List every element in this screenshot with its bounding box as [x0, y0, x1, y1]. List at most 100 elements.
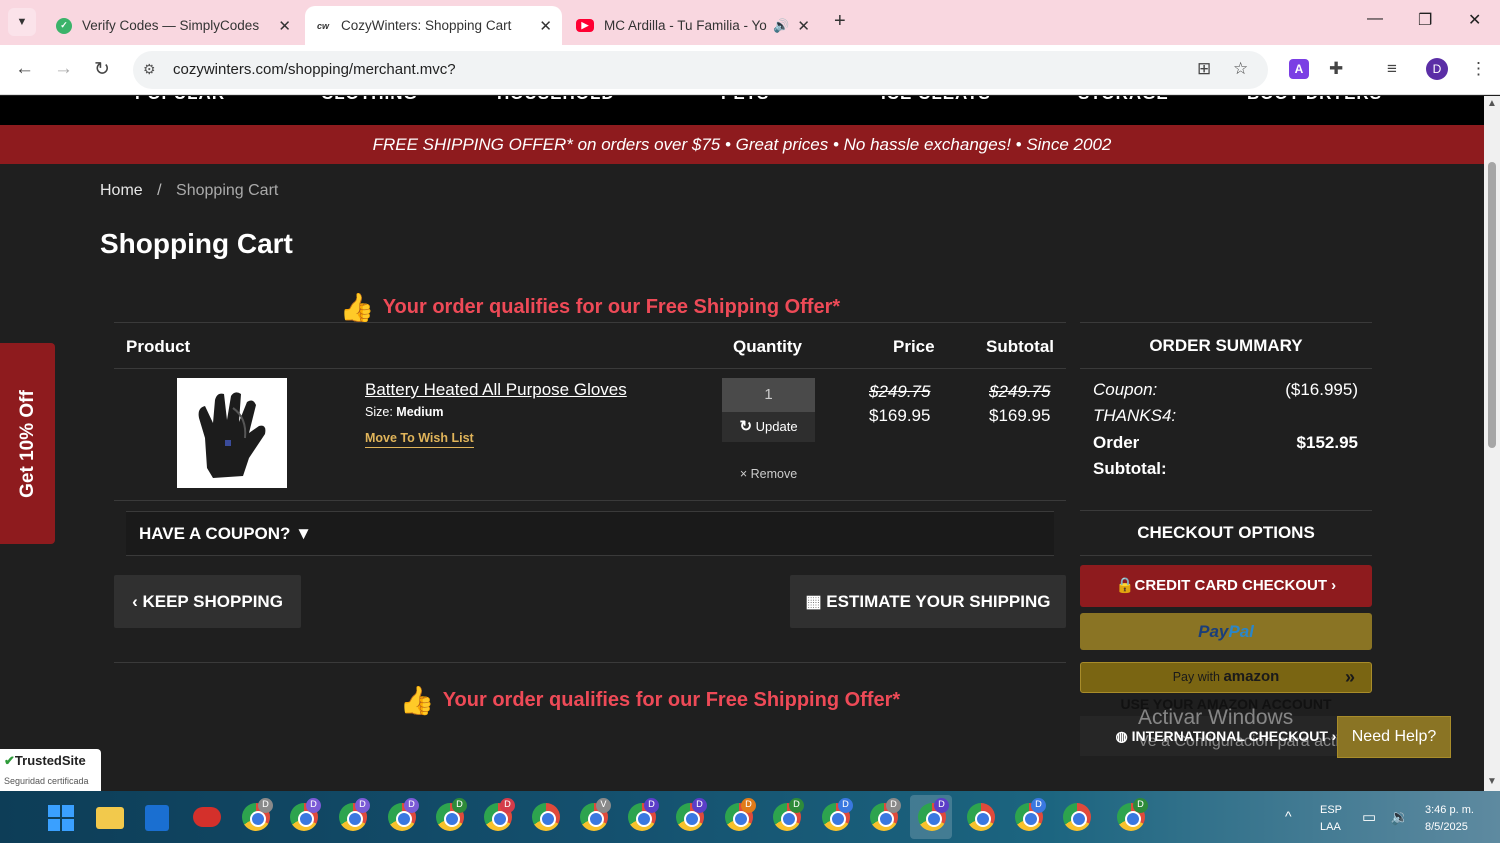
- breadcrumb-home[interactable]: Home: [100, 182, 143, 199]
- app-red-icon[interactable]: [193, 807, 221, 827]
- thumbs-up-icon: 👍: [399, 685, 435, 716]
- get-10-off-tab[interactable]: Get 10% Off: [0, 343, 55, 544]
- profile-badge-d: D: [404, 798, 419, 813]
- restore-icon[interactable]: ❐: [1418, 10, 1432, 30]
- site-settings-icon[interactable]: ⚙: [143, 61, 156, 78]
- profile-badge-d: D: [306, 798, 321, 813]
- scrollbar-thumb[interactable]: [1488, 162, 1496, 448]
- media-controls-icon[interactable]: ≡: [1387, 59, 1397, 79]
- paypal-pay-text: Pay: [1198, 622, 1229, 641]
- youtube-favicon-icon: ▶: [576, 19, 594, 32]
- tab-search-button[interactable]: ▼: [8, 8, 36, 36]
- trustedsite-subtitle: Seguridad certificada: [4, 776, 89, 786]
- url-text[interactable]: cozywinters.com/shopping/merchant.mvc?: [173, 61, 456, 78]
- extension-a-icon[interactable]: A: [1289, 59, 1309, 79]
- bookmark-star-icon[interactable]: ☆: [1233, 59, 1248, 79]
- address-bar[interactable]: ⚙ cozywinters.com/shopping/merchant.mvc?…: [133, 51, 1268, 89]
- close-window-icon[interactable]: ✕: [1468, 10, 1481, 30]
- reload-icon[interactable]: ↻: [94, 58, 110, 81]
- amazon-pay-button[interactable]: Pay with amazon »: [1080, 662, 1372, 693]
- scroll-up-icon[interactable]: ▲: [1487, 98, 1497, 109]
- profile-badge-d: D: [692, 798, 707, 813]
- chevron-down-icon: ▼: [16, 16, 28, 28]
- volume-icon[interactable]: 🔉: [1390, 808, 1409, 826]
- network-icon[interactable]: ▭: [1362, 808, 1376, 826]
- remove-link[interactable]: × Remove: [722, 467, 815, 481]
- tab-youtube[interactable]: ▶ MC Ardilla - Tu Familia - Yo 🔊 ✕: [566, 6, 820, 45]
- amazon-pay-text: Pay with: [1172, 670, 1220, 684]
- cozywinters-favicon-icon: cw: [316, 20, 329, 31]
- tray-language[interactable]: ESP: [1320, 804, 1342, 816]
- coupon-label: Coupon:: [1093, 380, 1158, 399]
- profile-avatar[interactable]: D: [1426, 58, 1448, 80]
- nav-item-clothing[interactable]: CLOTHING: [321, 96, 418, 104]
- speaker-icon[interactable]: 🔊: [773, 18, 789, 34]
- promo-banner: FREE SHIPPING OFFER* on orders over $75 …: [0, 125, 1484, 164]
- chrome-profile-icon[interactable]: [967, 803, 995, 831]
- double-chevron-icon: »: [1344, 667, 1355, 687]
- nav-item-storage[interactable]: STORAGE: [1078, 96, 1169, 104]
- profile-badge-d: D: [934, 798, 949, 813]
- header-product: Product: [126, 337, 191, 356]
- cart-header-row: Product Quantity Price Subtotal: [114, 322, 1066, 369]
- new-tab-button[interactable]: +: [834, 10, 846, 33]
- order-summary-title: ORDER SUMMARY: [1080, 322, 1372, 369]
- windows-start-icon[interactable]: [48, 805, 74, 831]
- page-scrollbar[interactable]: ▲ ▼: [1484, 96, 1500, 791]
- close-tab-icon[interactable]: ✕: [539, 17, 552, 35]
- store-icon[interactable]: [145, 805, 169, 831]
- order-subtotal-label-line2: Subtotal:: [1093, 459, 1167, 478]
- file-explorer-icon[interactable]: [96, 807, 124, 829]
- move-to-wishlist-link[interactable]: Move To Wish List: [365, 431, 474, 448]
- nav-item-popular[interactable]: POPULAR: [135, 96, 225, 104]
- extensions-puzzle-icon[interactable]: ✚: [1329, 59, 1343, 79]
- chrome-profile-icon[interactable]: [532, 803, 560, 831]
- tray-date[interactable]: 8/5/2025: [1425, 821, 1468, 833]
- profile-badge-v: V: [596, 798, 611, 813]
- have-coupon-toggle[interactable]: HAVE A COUPON? ▼: [126, 511, 1054, 556]
- credit-card-checkout-button[interactable]: 🔒CREDIT CARD CHECKOUT ›: [1080, 565, 1372, 607]
- quantity-input[interactable]: 1: [722, 378, 815, 412]
- profile-badge-d: D: [886, 798, 901, 813]
- breadcrumb-separator: /: [157, 182, 162, 199]
- tab-cozywinters[interactable]: cw CozyWinters: Shopping Cart ✕: [305, 6, 562, 45]
- nav-item-boot-dryers[interactable]: BOOT DRYERS: [1247, 96, 1382, 104]
- tray-time[interactable]: 3:46 p. m.: [1425, 804, 1474, 816]
- product-image[interactable]: [177, 378, 287, 488]
- menu-kebab-icon[interactable]: ⋮: [1470, 59, 1487, 79]
- profile-badge-d: D: [789, 798, 804, 813]
- lock-icon: 🔒: [1115, 577, 1135, 594]
- tab-title: Verify Codes — SimplyCodes: [82, 18, 260, 33]
- minimize-icon[interactable]: —: [1367, 10, 1383, 28]
- close-tab-icon[interactable]: ✕: [278, 17, 291, 35]
- keep-shopping-button[interactable]: ‹ KEEP SHOPPING: [114, 575, 301, 628]
- profile-badge-d: D: [1031, 798, 1046, 813]
- paypal-button[interactable]: PayPal: [1080, 613, 1372, 650]
- trustedsite-badge[interactable]: ✔TrustedSite Seguridad certificada: [0, 749, 101, 791]
- update-button[interactable]: ↻ Update: [722, 412, 815, 442]
- chrome-profile-icon[interactable]: [1063, 803, 1091, 831]
- tray-region[interactable]: LAA: [1320, 821, 1341, 833]
- nav-item-household[interactable]: HOUSEHOLD: [497, 96, 615, 104]
- thumbs-up-icon: 👍: [339, 292, 375, 323]
- price-sale: $169.95: [869, 406, 931, 425]
- close-tab-icon[interactable]: ✕: [797, 17, 810, 35]
- credit-card-label: CREDIT CARD CHECKOUT: [1134, 577, 1328, 594]
- tab-simplycodes[interactable]: ✓ Verify Codes — SimplyCodes ✕: [46, 6, 301, 45]
- glove-image-icon: [198, 392, 266, 478]
- need-help-button[interactable]: Need Help?: [1337, 716, 1451, 758]
- refresh-icon: ↻: [739, 418, 753, 435]
- back-arrow-icon[interactable]: ←: [15, 58, 34, 80]
- chevron-up-icon[interactable]: ^: [1285, 808, 1292, 824]
- page-viewport: POPULAR CLOTHING HOUSEHOLD PETS ICE CLEA…: [0, 96, 1484, 791]
- nav-item-pets[interactable]: PETS: [721, 96, 769, 104]
- product-name-link[interactable]: Battery Heated All Purpose Gloves: [365, 380, 627, 400]
- estimate-shipping-button[interactable]: ▦ ESTIMATE YOUR SHIPPING: [790, 575, 1066, 628]
- translate-icon[interactable]: ⊞: [1197, 59, 1211, 79]
- free-shipping-text: Your order qualifies for our Free Shippi…: [442, 689, 901, 711]
- windows-activation-title: Activar Windows: [1138, 706, 1294, 729]
- scroll-down-icon[interactable]: ▼: [1487, 776, 1497, 787]
- browser-toolbar: ← → ↻ ⚙ cozywinters.com/shopping/merchan…: [0, 45, 1500, 95]
- nav-item-ice-cleats[interactable]: ICE CLEATS: [881, 96, 991, 104]
- forward-arrow-icon[interactable]: →: [54, 58, 73, 80]
